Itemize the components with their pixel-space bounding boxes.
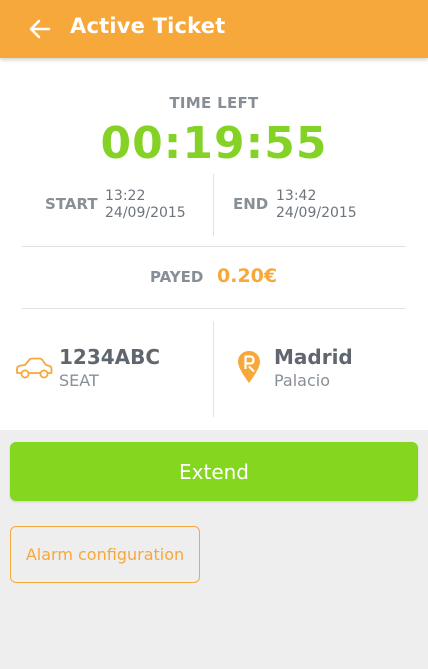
arrow-left-icon <box>29 19 51 39</box>
page-title: Active Ticket <box>70 14 226 38</box>
start-label: START <box>45 195 98 213</box>
divider <box>213 174 214 236</box>
end-time: 13:42 <box>276 188 317 204</box>
car-icon <box>16 357 53 379</box>
app-bar: Active Ticket <box>0 0 428 58</box>
extend-button[interactable]: Extend <box>10 442 418 501</box>
vehicle-make: SEAT <box>59 371 99 390</box>
start-time: 13:22 <box>105 188 146 204</box>
payed-amount: 0.20€ <box>217 265 278 287</box>
divider <box>22 308 406 309</box>
ticket-card: TIME LEFT 00:19:55 START 13:22 24/09/201… <box>0 58 428 430</box>
back-button[interactable] <box>24 13 56 45</box>
start-date: 24/09/2015 <box>105 205 186 221</box>
divider <box>22 246 406 247</box>
end-date: 24/09/2015 <box>276 205 357 221</box>
payed-label: PAYED <box>150 268 204 286</box>
alarm-configuration-button[interactable]: Alarm configuration <box>10 526 200 583</box>
time-left-label: TIME LEFT <box>169 94 259 112</box>
vehicle-plate: 1234ABC <box>59 345 161 369</box>
zone-city: Madrid <box>274 345 353 369</box>
zone-area: Palacio <box>274 371 331 390</box>
parking-pin-icon <box>238 351 260 383</box>
end-label: END <box>233 195 269 213</box>
divider <box>213 321 214 417</box>
countdown-timer: 00:19:55 <box>100 118 328 169</box>
